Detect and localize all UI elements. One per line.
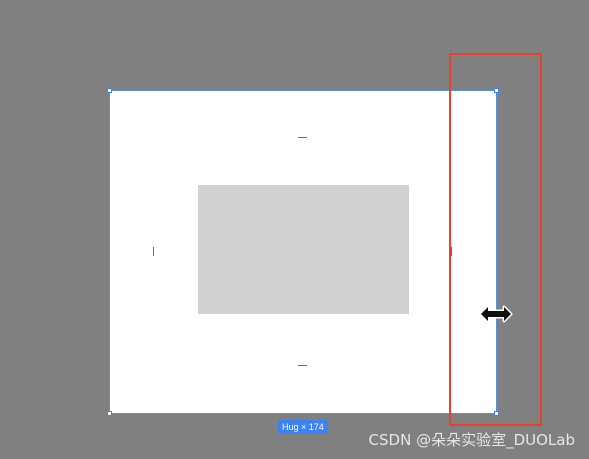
resize-handle-bottom-left[interactable] [107, 411, 112, 416]
resize-handle-top-left[interactable] [107, 88, 112, 93]
size-badge: Hug × 174 [278, 420, 328, 434]
horizontal-resize-cursor-icon [479, 305, 513, 323]
padding-bottom-indicator [298, 365, 307, 366]
padding-left-indicator [153, 247, 154, 256]
padding-top-indicator [298, 137, 307, 138]
watermark-text: CSDN @朵朵实验室_DUOLab [368, 431, 575, 449]
annotation-highlight-box [449, 53, 542, 426]
auto-layout-frame[interactable] [107, 88, 499, 416]
child-rectangle[interactable] [198, 185, 409, 314]
